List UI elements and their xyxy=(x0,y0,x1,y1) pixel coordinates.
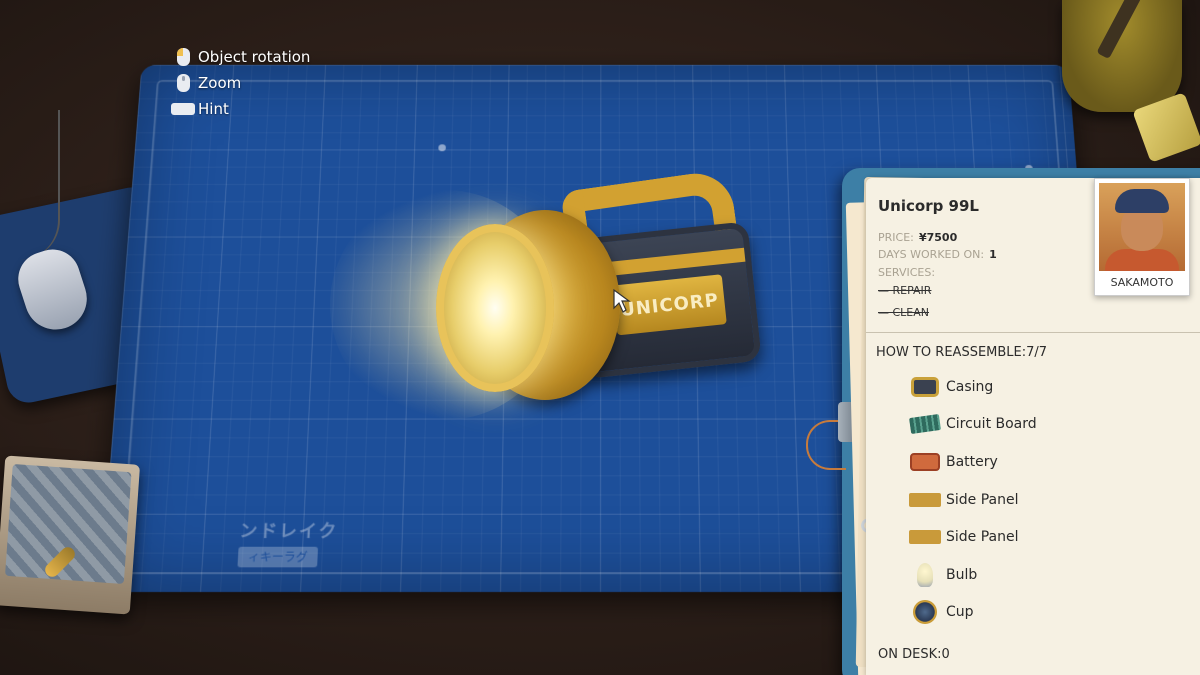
job-title: Unicorp 99L xyxy=(878,197,979,215)
parts-list: Casing Circuit Board Battery Side Panel … xyxy=(908,368,1037,631)
circuit-board-icon xyxy=(909,414,941,435)
part-label: Battery xyxy=(946,453,998,470)
flashlight-object[interactable]: UNICORP xyxy=(430,168,762,420)
part-label: Side Panel xyxy=(946,529,1019,546)
parts-box xyxy=(0,455,141,615)
side-panel-icon xyxy=(909,530,941,545)
control-hint: Hint xyxy=(168,96,310,122)
mouse-left-click-icon xyxy=(176,48,190,66)
list-item[interactable]: Side Panel xyxy=(908,481,1037,519)
bulb-icon xyxy=(917,562,933,587)
pen-cup xyxy=(1062,0,1182,112)
part-label: Bulb xyxy=(946,566,978,583)
parts-box-contents xyxy=(5,464,132,585)
mat-brand-line1: ンドレイク xyxy=(238,521,339,542)
mat-brand: ンドレイク ィキーラグ xyxy=(237,518,339,568)
control-rotation: Object rotation xyxy=(168,44,310,70)
cursor-icon xyxy=(613,288,631,313)
control-hint-label: Hint xyxy=(198,100,229,118)
list-item[interactable]: Circuit Board xyxy=(908,406,1037,444)
control-zoom-label: Zoom xyxy=(198,74,242,92)
part-label: Circuit Board xyxy=(946,416,1037,433)
list-item[interactable]: Battery xyxy=(908,443,1037,481)
part-label: Casing xyxy=(946,378,994,395)
list-item[interactable]: Cup xyxy=(908,594,1037,632)
list-item[interactable]: Side Panel xyxy=(908,518,1037,556)
spacebar-key-icon xyxy=(171,103,195,115)
part-label: Cup xyxy=(946,604,974,621)
side-panel-icon xyxy=(909,492,941,507)
control-zoom: Zoom xyxy=(168,70,310,96)
cup-icon xyxy=(913,600,937,625)
battery-icon xyxy=(910,452,940,471)
customer-portrait: SAKAMOTO xyxy=(1094,178,1190,296)
mouse-cable xyxy=(0,110,60,260)
controls-hint: Object rotation Zoom Hint xyxy=(168,44,310,122)
days-label: DAYS WORKED ON: xyxy=(878,248,985,261)
job-sheet: Unicorp 99L PRICE: ¥7500 DAYS WORKED ON:… xyxy=(866,178,1200,675)
casing-icon xyxy=(911,376,939,397)
flashlight-lens[interactable] xyxy=(436,224,554,392)
list-item[interactable]: Casing xyxy=(908,368,1037,406)
job-days: DAYS WORKED ON: 1 xyxy=(878,243,997,262)
mouse-scroll-icon xyxy=(176,74,190,92)
days-value: 1 xyxy=(989,248,997,261)
service-item: — CLEAN xyxy=(878,306,930,319)
divider xyxy=(866,332,1200,333)
avatar xyxy=(1099,183,1185,271)
mat-brand-line2: ィキーラグ xyxy=(237,546,319,568)
part-label: Side Panel xyxy=(946,491,1019,508)
services-label: SERVICES: xyxy=(878,266,936,279)
on-desk-count: ON DESK:0 xyxy=(878,647,950,662)
service-item: — REPAIR xyxy=(878,284,932,297)
control-rotation-label: Object rotation xyxy=(198,48,311,66)
reassemble-title: HOW TO REASSEMBLE:7/7 xyxy=(876,345,1048,360)
list-item[interactable]: Bulb xyxy=(908,556,1037,594)
customer-name: SAKAMOTO xyxy=(1110,276,1174,289)
